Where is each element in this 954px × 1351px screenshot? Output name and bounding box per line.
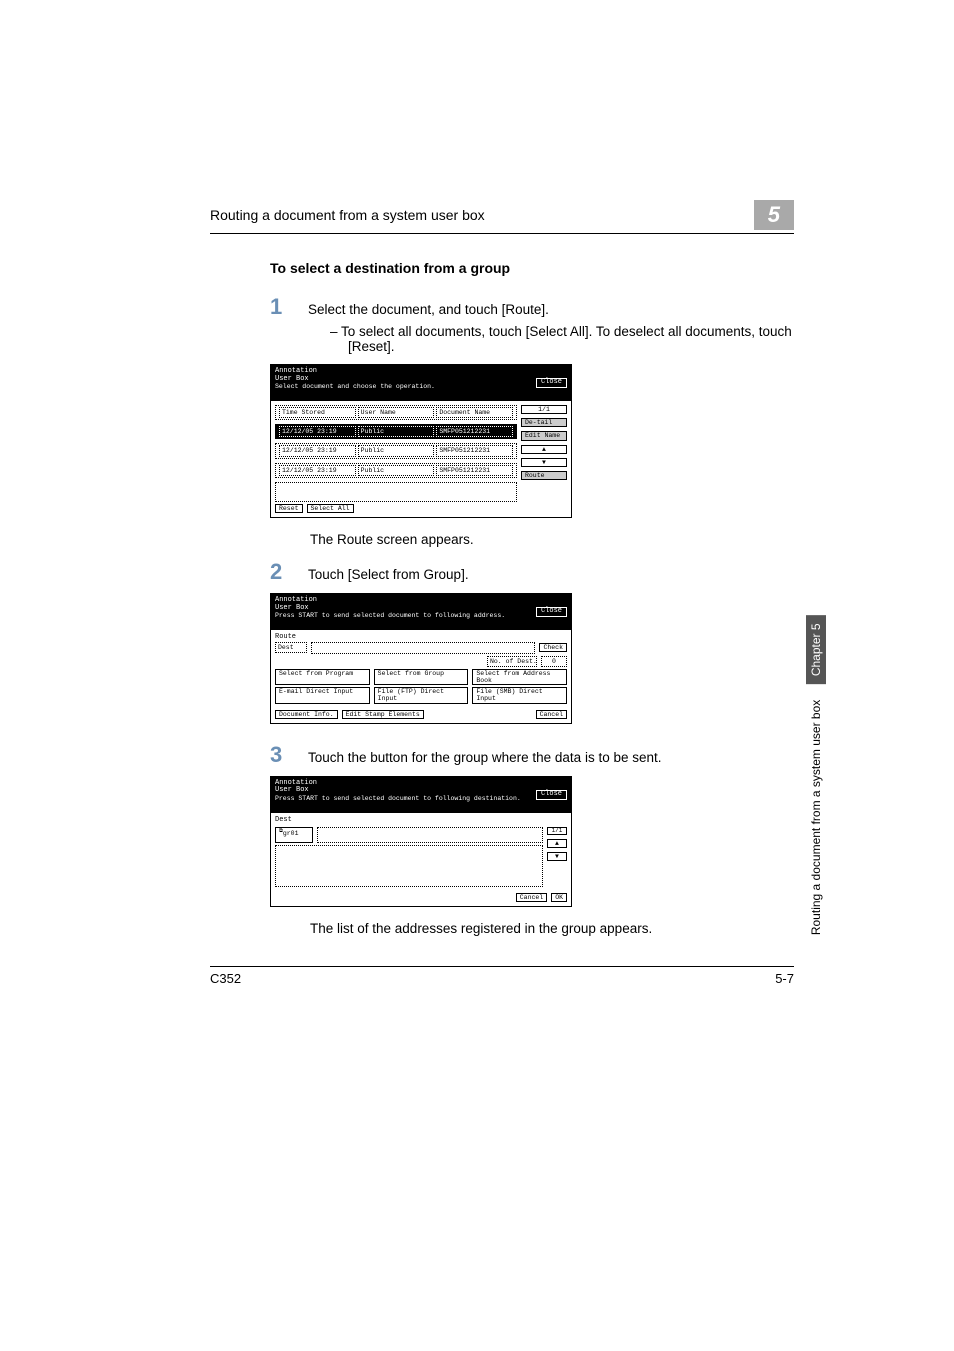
detail-button[interactable]: De-tail (521, 418, 567, 427)
caption-text: The list of the addresses registered in … (310, 921, 794, 936)
footer-model: C352 (210, 971, 241, 986)
step-text: Touch [Select from Group]. (308, 561, 469, 582)
route-label: Route (275, 634, 567, 642)
col-user: User Name (358, 407, 435, 418)
dest-label: Dest (275, 642, 307, 653)
scroll-up-button[interactable]: 1/1 (521, 405, 567, 414)
scr2-title: Annotation User Box Press START to send … (275, 597, 505, 627)
scr3-subtitle: Press START to send selected document to… (275, 795, 521, 802)
caption-text: The Route screen appears. (310, 532, 794, 547)
ftp-direct-input-button[interactable]: File (FTP) Direct Input (374, 687, 469, 703)
cell-time: 12/12/05 23:19 (279, 465, 356, 476)
running-head: Routing a document from a system user bo… (210, 207, 485, 223)
arrow-up-icon[interactable]: ▲ (547, 839, 567, 848)
table-row[interactable]: 12/12/05 23:19 Public SMFP051212231 (275, 424, 517, 439)
screenshot-route: Annotation User Box Press START to send … (270, 593, 572, 724)
side-tab: Routing a document from a system user bo… (806, 615, 826, 943)
col-time: Time Stored (279, 407, 356, 418)
scr1-title: Annotation User Box Select document and … (275, 368, 435, 398)
screenshot-group-select: Annotation User Box Press START to send … (270, 776, 572, 907)
smb-direct-input-button[interactable]: File (SMB) Direct Input (472, 687, 567, 703)
dest-field (311, 642, 535, 654)
route-button[interactable]: Route (521, 471, 567, 480)
step-number: 2 (270, 561, 290, 583)
cell-doc: SMFP051212231 (436, 465, 513, 476)
step-text: Select the document, and touch [Route]. (308, 296, 549, 317)
cell-doc: SMFP051212231 (436, 426, 513, 437)
select-from-program-button[interactable]: Select from Program (275, 669, 370, 685)
reset-button[interactable]: Reset (275, 504, 303, 513)
ok-button[interactable]: OK (551, 893, 567, 902)
select-all-button[interactable]: Select All (307, 504, 354, 513)
email-direct-input-button[interactable]: E-mail Direct Input (275, 687, 370, 703)
scr3-title: Annotation User Box Press START to send … (275, 780, 521, 810)
cell-user: Public (358, 426, 435, 437)
select-from-address-book-button[interactable]: Select from Address Book (472, 669, 567, 685)
scr2-subtitle: Press START to send selected document to… (275, 612, 505, 619)
side-tab-chapter: Chapter 5 (806, 615, 826, 684)
arrow-down-icon[interactable]: ▼ (547, 852, 567, 861)
cancel-button[interactable]: Cancel (536, 710, 567, 719)
side-tab-title: Routing a document from a system user bo… (806, 692, 826, 943)
cell-doc: SMFP051212231 (436, 445, 513, 456)
select-from-group-button[interactable]: Select from Group (374, 669, 469, 685)
edit-name-button[interactable]: Edit Name (521, 431, 567, 440)
close-button[interactable]: Close (536, 607, 567, 617)
table-row[interactable]: 12/12/05 23:19 Public SMFP051212231 (275, 443, 517, 458)
footer-page: 5-7 (775, 971, 794, 986)
page-indicator: 1/1 (547, 827, 567, 836)
no-of-dest-value: 0 (541, 656, 567, 667)
cell-time: 12/12/05 23:19 (279, 445, 356, 456)
edit-stamp-button[interactable]: Edit Stamp Elements (342, 710, 424, 719)
close-button[interactable]: Close (536, 790, 567, 800)
step-number: 1 (270, 296, 290, 318)
chapter-number-box: 5 (754, 200, 794, 230)
arrow-down-icon[interactable]: ▼ (521, 458, 567, 467)
table-row[interactable]: 12/12/05 23:19 Public SMFP051212231 (275, 463, 517, 478)
screenshot-select-document: Annotation User Box Select document and … (270, 364, 572, 518)
cell-user: Public (358, 445, 435, 456)
group-button[interactable]: ⧉gr01 (275, 827, 313, 843)
cancel-button[interactable]: Cancel (516, 893, 547, 902)
dest-label: Dest (275, 817, 567, 825)
cell-user: Public (358, 465, 435, 476)
close-button[interactable]: Close (536, 378, 567, 388)
cell-time: 12/12/05 23:19 (279, 426, 356, 437)
arrow-up-icon[interactable]: ▲ (521, 445, 567, 454)
document-info-button[interactable]: Document Info. (275, 710, 338, 719)
step-sub-bullet: – To select all documents, touch [Select… (330, 324, 794, 354)
scr1-subtitle: Select document and choose the operation… (275, 383, 435, 390)
step-text: Touch the button for the group where the… (308, 744, 662, 765)
section-heading: To select a destination from a group (270, 260, 794, 276)
step-number: 3 (270, 744, 290, 766)
col-doc: Document Name (436, 407, 513, 418)
check-button[interactable]: Check (539, 643, 567, 652)
no-of-dest-label: No. of Dest. (487, 656, 537, 667)
